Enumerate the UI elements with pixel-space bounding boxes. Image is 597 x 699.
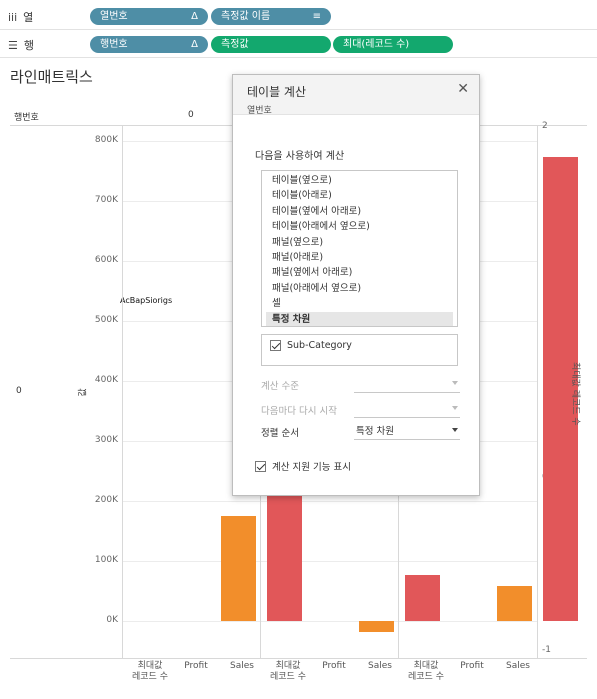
x-axis-label: Profit — [322, 661, 346, 671]
right-axis-title: 최대값 레코드 수 — [570, 362, 580, 426]
restart-label: 다음마다 다시 시작 — [261, 405, 337, 417]
bottom-axis-line — [10, 658, 587, 659]
dialog-title: 테이블 계산 — [247, 85, 307, 99]
bar-profit[interactable] — [359, 621, 394, 633]
sort-row: 정렬 순서 특정 차원 — [261, 423, 460, 440]
x-axis-label: 최대값 레코드 수 — [132, 661, 168, 682]
rows-shelf-label: ☰ 행 — [8, 38, 34, 53]
columns-icon: iii — [8, 10, 18, 24]
compute-option[interactable]: 패널(아래에서 옆으로) — [262, 281, 457, 296]
dimension-box: Sub-Category — [261, 334, 458, 366]
x-axis-label: Sales — [230, 661, 254, 671]
delta-icon: Δ — [191, 11, 198, 22]
bar-sales[interactable] — [405, 575, 440, 621]
columns-shelf-label: iii 열 — [8, 10, 34, 25]
level-label: 계산 수준 — [261, 380, 299, 392]
x-axis-label: Sales — [368, 661, 392, 671]
compute-option[interactable]: 테이블(아래로) — [262, 188, 457, 203]
header-divider — [10, 125, 122, 126]
bar-profit[interactable] — [497, 586, 532, 621]
gridline — [123, 621, 537, 622]
left-axis-tick: 800K — [94, 135, 118, 145]
right-axis-tick: 2 — [542, 121, 548, 131]
dimension-sub-category: Sub-Category — [287, 340, 352, 351]
gridline — [123, 561, 537, 562]
compute-option[interactable]: 셀 — [262, 296, 457, 311]
pill-max-records[interactable]: 최대(레코드 수) — [333, 36, 453, 53]
checkbox-checked-icon[interactable] — [270, 340, 281, 351]
left-axis-tick: 600K — [94, 255, 118, 265]
x-axis-label: 최대값 레코드 수 — [270, 661, 306, 682]
compute-option[interactable]: 테이블(옆으로) — [262, 173, 457, 188]
left-axis-tick: 0K — [106, 615, 118, 625]
chevron-down-icon — [452, 381, 458, 385]
rows-icon: ☰ — [8, 38, 18, 52]
pill-row-number[interactable]: 행번호 Δ — [90, 36, 208, 53]
right-axis-line — [537, 125, 538, 659]
close-icon[interactable]: ✕ — [457, 81, 469, 97]
left-axis-tick: 400K — [94, 375, 118, 385]
sheet-title: 라인매트릭스 — [10, 68, 93, 86]
row-value: 0 — [16, 386, 22, 396]
chevron-down-icon — [452, 428, 458, 432]
level-dropdown[interactable] — [354, 376, 460, 393]
compute-option[interactable]: 테이블(아래에서 옆으로) — [262, 219, 457, 234]
dialog-header: 테이블 계산 열번호 ✕ — [233, 75, 479, 116]
dialog-subtitle: 열번호 — [247, 106, 272, 116]
restart-dropdown[interactable] — [354, 401, 460, 418]
x-axis-label: Profit — [184, 661, 208, 671]
overlapping-labels: AcBapSiorigs — [120, 296, 173, 305]
compute-option[interactable]: 테이블(옆에서 아래로) — [262, 204, 457, 219]
gridline — [123, 501, 537, 502]
pill-column-number[interactable]: 열번호 Δ — [90, 8, 208, 25]
bar-profit[interactable] — [221, 516, 256, 621]
delta-icon: Δ — [191, 39, 198, 50]
row-header-label: 행번호 — [14, 113, 39, 123]
level-row: 계산 수준 — [261, 376, 460, 393]
pill-measure-values[interactable]: 측정값 — [211, 36, 331, 53]
x-axis-label: Profit — [460, 661, 484, 671]
left-axis-tick: 200K — [94, 495, 118, 505]
compute-option[interactable]: 패널(옆으로) — [262, 235, 457, 250]
compute-using-label: 다음을 사용하여 계산 — [255, 151, 345, 162]
show-help-row: 계산 지원 기능 표시 — [255, 459, 351, 473]
table-calculation-dialog: 테이블 계산 열번호 ✕ 다음을 사용하여 계산 테이블(옆으로) 테이블(아래로… — [232, 74, 480, 496]
sort-dropdown[interactable]: 특정 차원 — [354, 423, 460, 440]
left-axis-tick: 500K — [94, 315, 118, 325]
left-axis-tick: 300K — [94, 435, 118, 445]
compute-using-list[interactable]: 테이블(옆으로) 테이블(아래로) 테이블(옆에서 아래로) 테이블(아래에서 옆으로… — [261, 170, 458, 327]
x-axis-label: 최대값 레코드 수 — [408, 661, 444, 682]
left-axis-title: 값 — [78, 388, 89, 397]
chevron-down-icon — [452, 406, 458, 410]
column-header-value: 0 — [188, 110, 194, 120]
sort-label: 정렬 순서 — [261, 427, 299, 439]
x-axis-label: Sales — [506, 661, 530, 671]
checkbox-checked-icon[interactable] — [255, 460, 266, 472]
sort-icon: ≡ — [312, 11, 321, 22]
restart-row: 다음마다 다시 시작 — [261, 401, 460, 418]
right-axis-tick: -1 — [542, 645, 551, 655]
left-axis-tick: 700K — [94, 195, 118, 205]
left-axis-tick: 100K — [94, 555, 118, 565]
compute-option[interactable]: 패널(옆에서 아래로) — [262, 265, 457, 280]
rows-shelf: ☰ 행 행번호 Δ 측정값 최대(레코드 수) — [0, 31, 597, 58]
compute-option[interactable]: 패널(아래로) — [262, 250, 457, 265]
columns-shelf: iii 열 열번호 Δ 측정값 이름 ≡ — [0, 3, 597, 30]
pill-measure-names[interactable]: 측정값 이름 ≡ — [211, 8, 331, 25]
left-axis-line — [122, 125, 123, 659]
show-help-label: 계산 지원 기능 표시 — [272, 462, 351, 473]
compute-option[interactable]: 특정 차원 — [266, 311, 453, 326]
